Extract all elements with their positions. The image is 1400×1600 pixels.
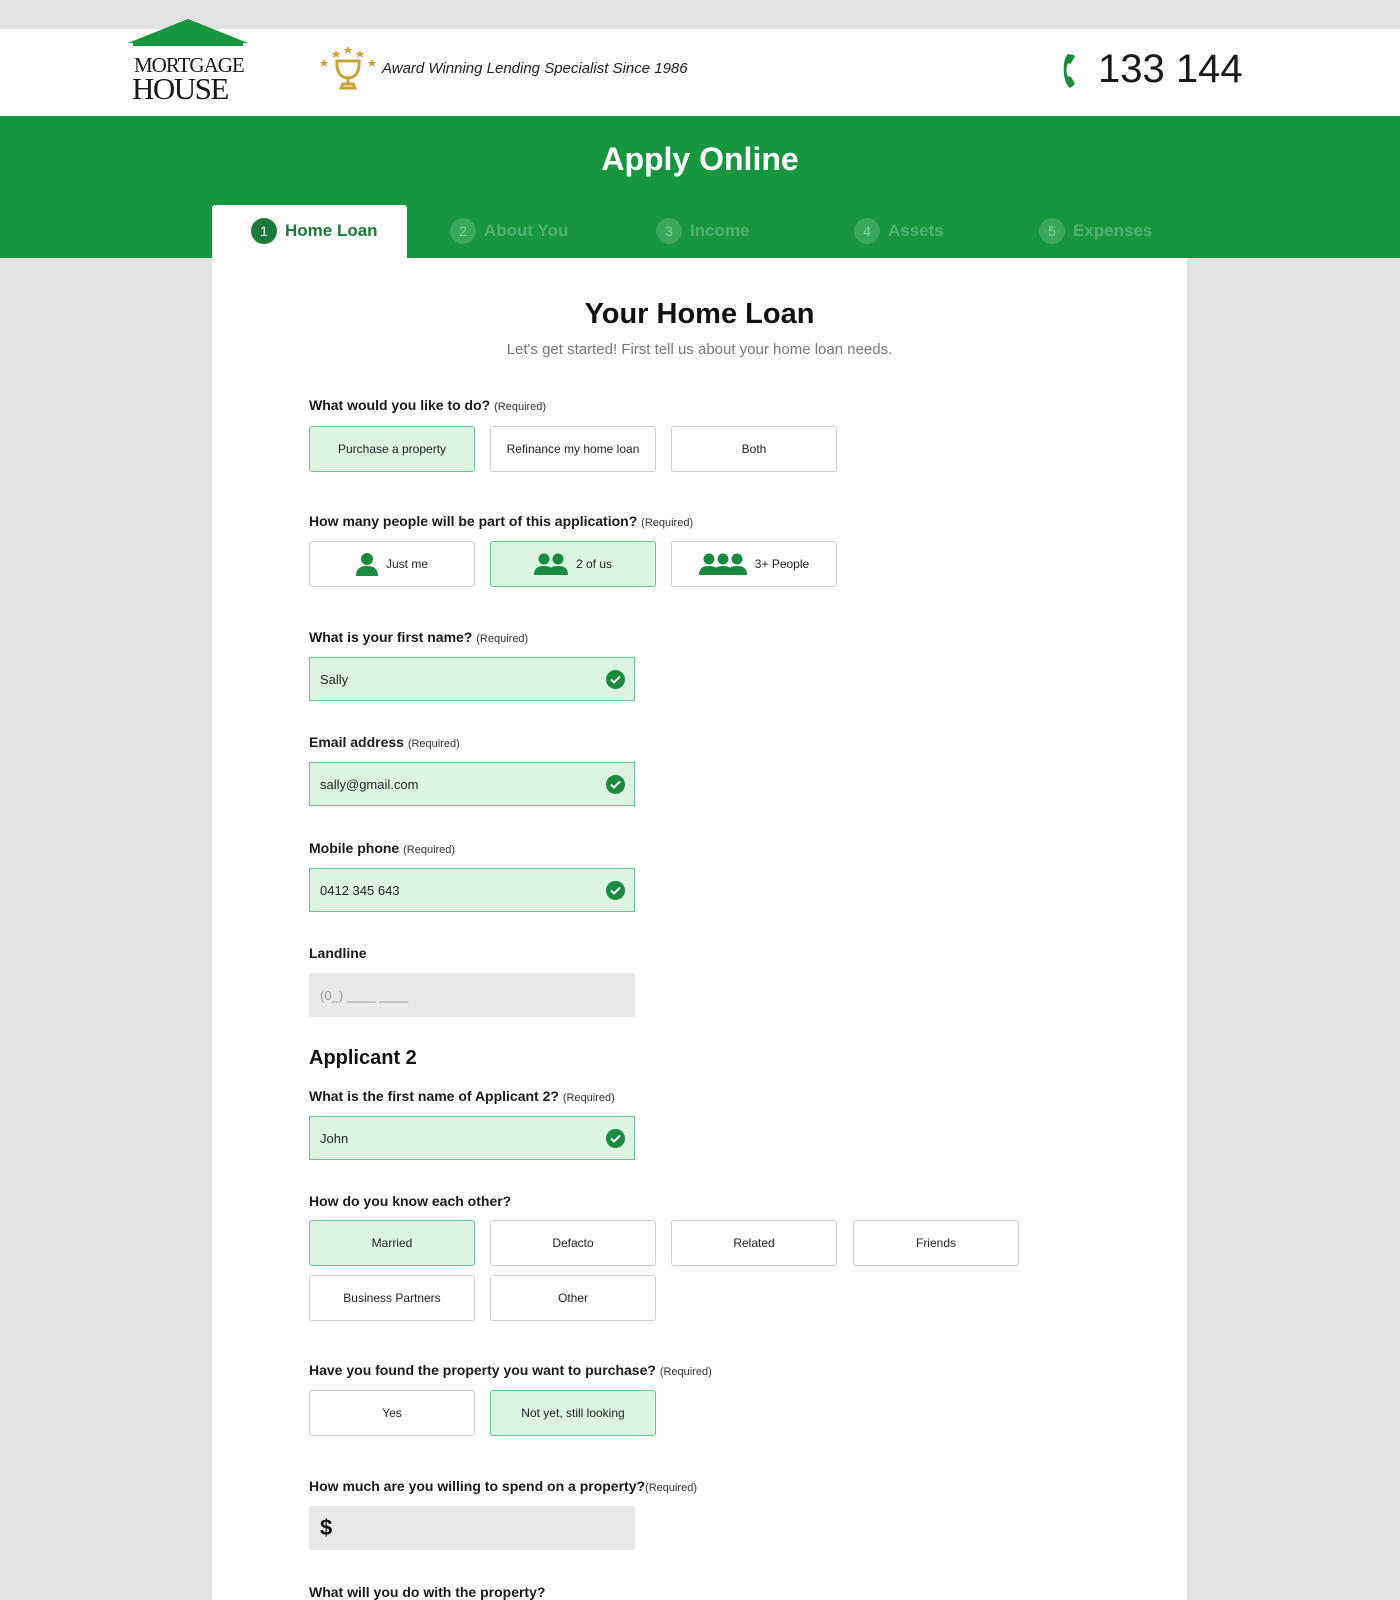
option-defacto[interactable]: Defacto <box>490 1220 656 1266</box>
form-subtitle: Let's get started! First tell us about y… <box>506 341 893 358</box>
step-label: Home Loan <box>285 221 378 240</box>
person-icon <box>355 553 378 576</box>
step-number: 2 <box>450 218 476 244</box>
applicant-2-heading: Applicant 2 <box>309 1047 417 1069</box>
option-2-of-us[interactable]: 2 of us <box>490 541 656 587</box>
option-business-partners[interactable]: Business Partners <box>309 1275 475 1321</box>
step-number: 3 <box>656 218 682 244</box>
step-number: 5 <box>1039 218 1065 244</box>
question-first-name: What is your first name? (Required) <box>309 629 529 645</box>
option-friends[interactable]: Friends <box>853 1220 1019 1266</box>
step-number: 1 <box>251 218 277 244</box>
mortgage-house-logo[interactable]: MORTGAGE HOUSE <box>128 10 248 104</box>
page-title: Apply Online <box>601 141 799 177</box>
tab-expenses[interactable]: 5 Expenses <box>1039 217 1152 245</box>
logo-text-house: HOUSE <box>132 71 229 106</box>
step-label: Expenses <box>1073 221 1153 240</box>
question-found-property: Have you found the property you want to … <box>309 1362 712 1378</box>
tab-home-loan[interactable]: 1 Home Loan <box>251 217 378 245</box>
email-input[interactable]: sally@gmail.com <box>309 762 635 806</box>
tab-about-you[interactable]: 2 About You <box>450 217 568 245</box>
question-spend: How much are you willing to spend on a p… <box>309 1478 697 1494</box>
question-landline: Landline <box>309 945 367 961</box>
check-icon <box>606 881 625 900</box>
option-yes[interactable]: Yes <box>309 1390 475 1436</box>
phone-number[interactable]: 133 144 <box>1098 49 1243 89</box>
spend-amount-input[interactable]: $ <box>309 1506 635 1550</box>
site-header: MORTGAGE HOUSE Award Winning Lending Spe… <box>0 19 1400 116</box>
tagline: Award Winning Lending Specialist Since 1… <box>382 60 688 77</box>
question-mobile: Mobile phone (Required) <box>309 840 456 856</box>
question-people: How many people will be part of this app… <box>309 513 694 529</box>
option-just-me[interactable]: Just me <box>309 541 475 587</box>
check-icon <box>606 670 625 689</box>
house-roof-icon <box>128 19 248 46</box>
option-related[interactable]: Related <box>671 1220 837 1266</box>
step-label: Assets <box>888 221 944 240</box>
step-label: About You <box>484 221 569 240</box>
option-not-yet[interactable]: Not yet, still looking <box>490 1390 656 1436</box>
group-people-icon <box>698 553 747 575</box>
option-other[interactable]: Other <box>490 1275 656 1321</box>
question-relationship: How do you know each other? <box>309 1193 512 1209</box>
question-applicant-2-name: What is the first name of Applicant 2? (… <box>309 1088 615 1104</box>
two-people-icon <box>533 553 568 575</box>
option-married[interactable]: Married <box>309 1220 475 1266</box>
question-email: Email address (Required) <box>309 734 460 750</box>
option-both[interactable]: Both <box>671 426 837 472</box>
first-name-input[interactable]: Sally <box>309 657 635 701</box>
currency-symbol: $ <box>320 1515 333 1540</box>
phone-icon <box>1063 54 1075 88</box>
step-label: Income <box>690 221 750 240</box>
tab-income[interactable]: 3 Income <box>656 217 750 245</box>
question-property-use: What will you do with the property? <box>309 1584 546 1600</box>
form-title: Your Home Loan <box>584 298 815 330</box>
question-purpose: What would you like to do? (Required) <box>309 397 547 413</box>
mobile-input[interactable]: 0412 345 643 <box>309 868 635 912</box>
option-purchase-property[interactable]: Purchase a property <box>309 426 475 472</box>
check-icon <box>606 775 625 794</box>
option-refinance[interactable]: Refinance my home loan <box>490 426 656 472</box>
check-icon <box>606 1129 625 1148</box>
landline-input[interactable]: (0_) ____ ____ <box>309 973 635 1017</box>
applicant-2-first-name-input[interactable]: John <box>309 1116 635 1160</box>
option-3-plus-people[interactable]: 3+ People <box>671 541 837 587</box>
step-number: 4 <box>854 218 880 244</box>
tab-assets[interactable]: 4 Assets <box>854 217 944 245</box>
trophy-icon <box>320 46 376 90</box>
